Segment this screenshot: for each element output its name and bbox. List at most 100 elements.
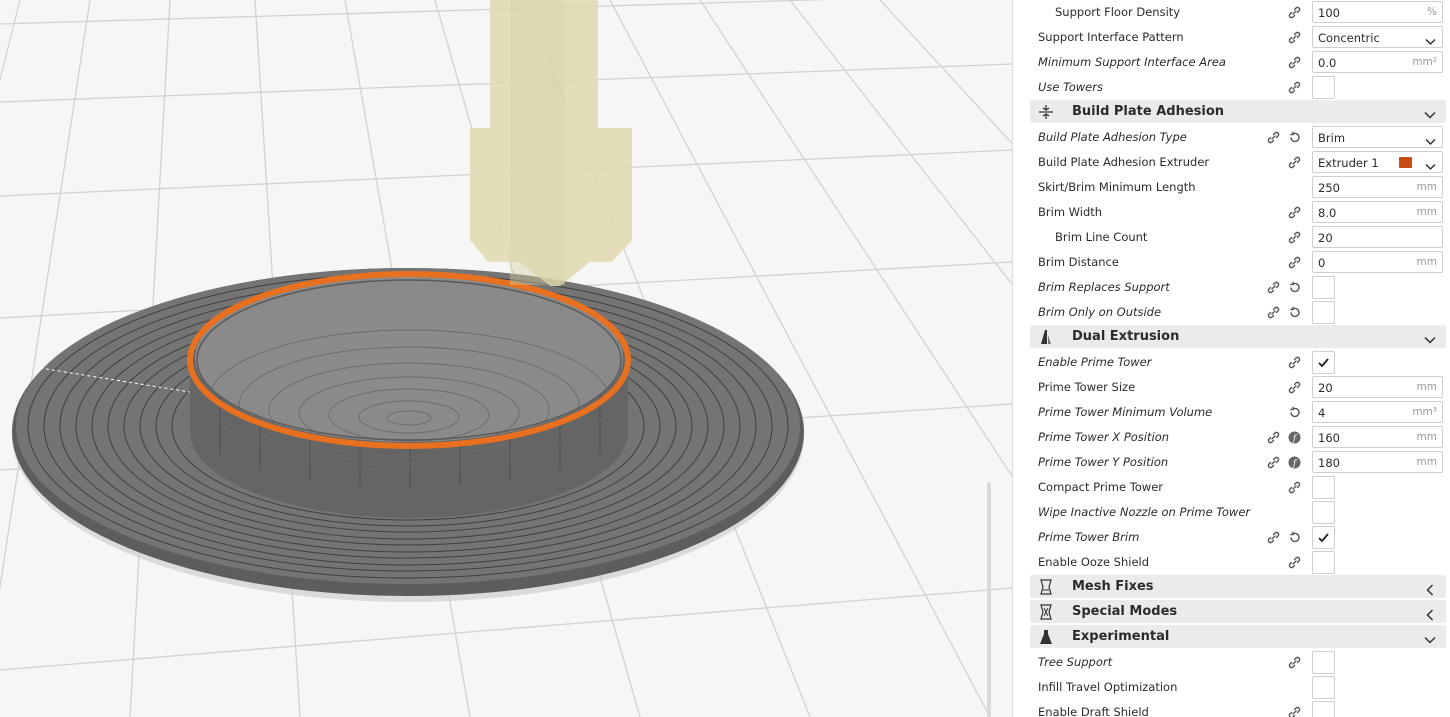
enable-draft-shield-checkbox[interactable]: [1312, 701, 1335, 717]
enable-ooze-shield-checkbox[interactable]: [1312, 551, 1335, 574]
link-icon[interactable]: [1266, 430, 1281, 445]
flask-icon: [1038, 629, 1054, 645]
link-icon[interactable]: [1266, 280, 1281, 295]
chevron-down-icon: [1424, 106, 1436, 125]
prime-tower-brim-checkbox[interactable]: [1312, 526, 1335, 549]
setting-adhesion-extruder: Build Plate Adhesion Extruder Extruder 1: [1013, 150, 1450, 175]
category-mesh-fixes[interactable]: Mesh Fixes: [1030, 575, 1446, 598]
reset-icon[interactable]: [1287, 280, 1302, 295]
link-icon[interactable]: [1266, 130, 1281, 145]
reset-icon[interactable]: [1287, 130, 1302, 145]
link-icon[interactable]: [1287, 5, 1302, 20]
link-icon[interactable]: [1287, 480, 1302, 495]
setting-label: Prime Tower Brim: [1038, 530, 1140, 544]
link-icon[interactable]: [1287, 255, 1302, 270]
field-value: 0: [1318, 256, 1326, 270]
adhesion-extruder-select[interactable]: Extruder 1: [1312, 151, 1443, 173]
brim-line-count-input[interactable]: 20: [1312, 226, 1443, 248]
chevron-down-icon: [1425, 157, 1436, 176]
setting-prime-tower-size: Prime Tower Size 20 mm: [1013, 375, 1450, 400]
support-floor-density-input[interactable]: 100 %: [1312, 1, 1443, 23]
category-experimental[interactable]: Experimental: [1030, 625, 1446, 648]
link-icon[interactable]: [1287, 80, 1302, 95]
chevron-down-icon: [1425, 132, 1436, 151]
check-icon: [1318, 533, 1329, 543]
setting-label: Enable Draft Shield: [1038, 705, 1149, 717]
link-icon[interactable]: [1287, 655, 1302, 670]
reset-icon[interactable]: [1287, 530, 1302, 545]
setting-prime-tower-y: Prime Tower Y Position f 180 mm: [1013, 450, 1450, 475]
adhesion-type-select[interactable]: Brim: [1312, 126, 1443, 148]
prime-tower-x-input[interactable]: 160 mm: [1312, 426, 1443, 448]
setting-label: Use Towers: [1038, 80, 1103, 94]
setting-wipe-inactive-nozzle: Wipe Inactive Nozzle on Prime Tower: [1013, 500, 1450, 525]
prime-tower-min-volume-input[interactable]: 4 mm³: [1312, 401, 1443, 423]
infill-travel-optimization-checkbox[interactable]: [1312, 676, 1335, 699]
field-unit: mm³: [1412, 406, 1437, 418]
setting-label: Prime Tower Size: [1038, 380, 1136, 394]
field-value: 250: [1318, 181, 1340, 195]
prime-tower-y-input[interactable]: 180 mm: [1312, 451, 1443, 473]
viewport-scrollbar[interactable]: [987, 482, 991, 717]
category-special-modes[interactable]: Special Modes: [1030, 600, 1446, 623]
select-value: Concentric: [1318, 31, 1380, 45]
setting-label: Minimum Support Interface Area: [1038, 55, 1226, 69]
link-icon[interactable]: [1266, 530, 1281, 545]
link-icon[interactable]: [1287, 380, 1302, 395]
setting-label: Build Plate Adhesion Extruder: [1038, 155, 1210, 169]
prime-tower-size-input[interactable]: 20 mm: [1312, 376, 1443, 398]
setting-label: Brim Only on Outside: [1038, 305, 1162, 319]
formula-icon[interactable]: f: [1287, 455, 1302, 470]
category-build-plate-adhesion[interactable]: Build Plate Adhesion: [1030, 100, 1446, 123]
setting-label: Prime Tower Y Position: [1038, 455, 1169, 469]
setting-label: Compact Prime Tower: [1038, 480, 1164, 494]
build-plate-scene: [0, 0, 1012, 717]
link-icon[interactable]: [1287, 205, 1302, 220]
link-icon[interactable]: [1287, 55, 1302, 70]
min-support-interface-area-input[interactable]: 0.0 mm²: [1312, 51, 1443, 73]
category-dual-extrusion[interactable]: Dual Extrusion: [1030, 325, 1446, 348]
reset-icon[interactable]: [1287, 405, 1302, 420]
field-value: 180: [1318, 456, 1340, 470]
setting-label: Brim Width: [1038, 205, 1103, 219]
link-icon[interactable]: [1287, 230, 1302, 245]
link-icon[interactable]: [1287, 30, 1302, 45]
reset-icon[interactable]: [1287, 305, 1302, 320]
brim-distance-input[interactable]: 0 mm: [1312, 251, 1443, 273]
setting-enable-ooze-shield: Enable Ooze Shield: [1013, 550, 1450, 575]
support-interface-pattern-select[interactable]: Concentric: [1312, 26, 1443, 48]
setting-label: Infill Travel Optimization: [1038, 680, 1178, 694]
brim-replaces-support-checkbox[interactable]: [1312, 276, 1335, 299]
category-title: Dual Extrusion: [1072, 329, 1180, 344]
brim-width-input[interactable]: 8.0 mm: [1312, 201, 1443, 223]
field-unit: mm: [1416, 206, 1437, 218]
brim-only-outside-checkbox[interactable]: [1312, 301, 1335, 324]
tree-support-checkbox[interactable]: [1312, 651, 1335, 674]
link-icon[interactable]: [1287, 555, 1302, 570]
setting-skirt-brim-min-length: Skirt/Brim Minimum Length 250 mm: [1013, 175, 1450, 200]
use-towers-checkbox[interactable]: [1312, 76, 1335, 99]
category-title: Experimental: [1072, 629, 1170, 644]
extruder-color-swatch: [1399, 157, 1412, 168]
skirt-brim-min-length-input[interactable]: 250 mm: [1312, 176, 1443, 198]
brim-model[interactable]: [12, 268, 804, 602]
field-unit: mm²: [1412, 56, 1437, 68]
field-value: 20: [1318, 231, 1333, 245]
formula-icon[interactable]: f: [1287, 430, 1302, 445]
3d-viewport[interactable]: [0, 0, 1012, 717]
enable-prime-tower-checkbox[interactable]: [1312, 351, 1335, 374]
link-icon[interactable]: [1266, 455, 1281, 470]
link-icon[interactable]: [1287, 155, 1302, 170]
wipe-inactive-nozzle-checkbox[interactable]: [1312, 501, 1335, 524]
link-icon[interactable]: [1287, 355, 1302, 370]
link-icon[interactable]: [1287, 705, 1302, 717]
chevron-down-icon: [1425, 32, 1436, 51]
setting-enable-prime-tower: Enable Prime Tower: [1013, 350, 1450, 375]
link-icon[interactable]: [1266, 305, 1281, 320]
setting-enable-draft-shield: Enable Draft Shield: [1013, 700, 1450, 717]
setting-brim-replaces-support: Brim Replaces Support: [1013, 275, 1450, 300]
compact-prime-tower-checkbox[interactable]: [1312, 476, 1335, 499]
setting-prime-tower-min-volume: Prime Tower Minimum Volume 4 mm³: [1013, 400, 1450, 425]
setting-use-towers: Use Towers: [1013, 75, 1450, 100]
special-modes-icon: [1038, 604, 1054, 620]
